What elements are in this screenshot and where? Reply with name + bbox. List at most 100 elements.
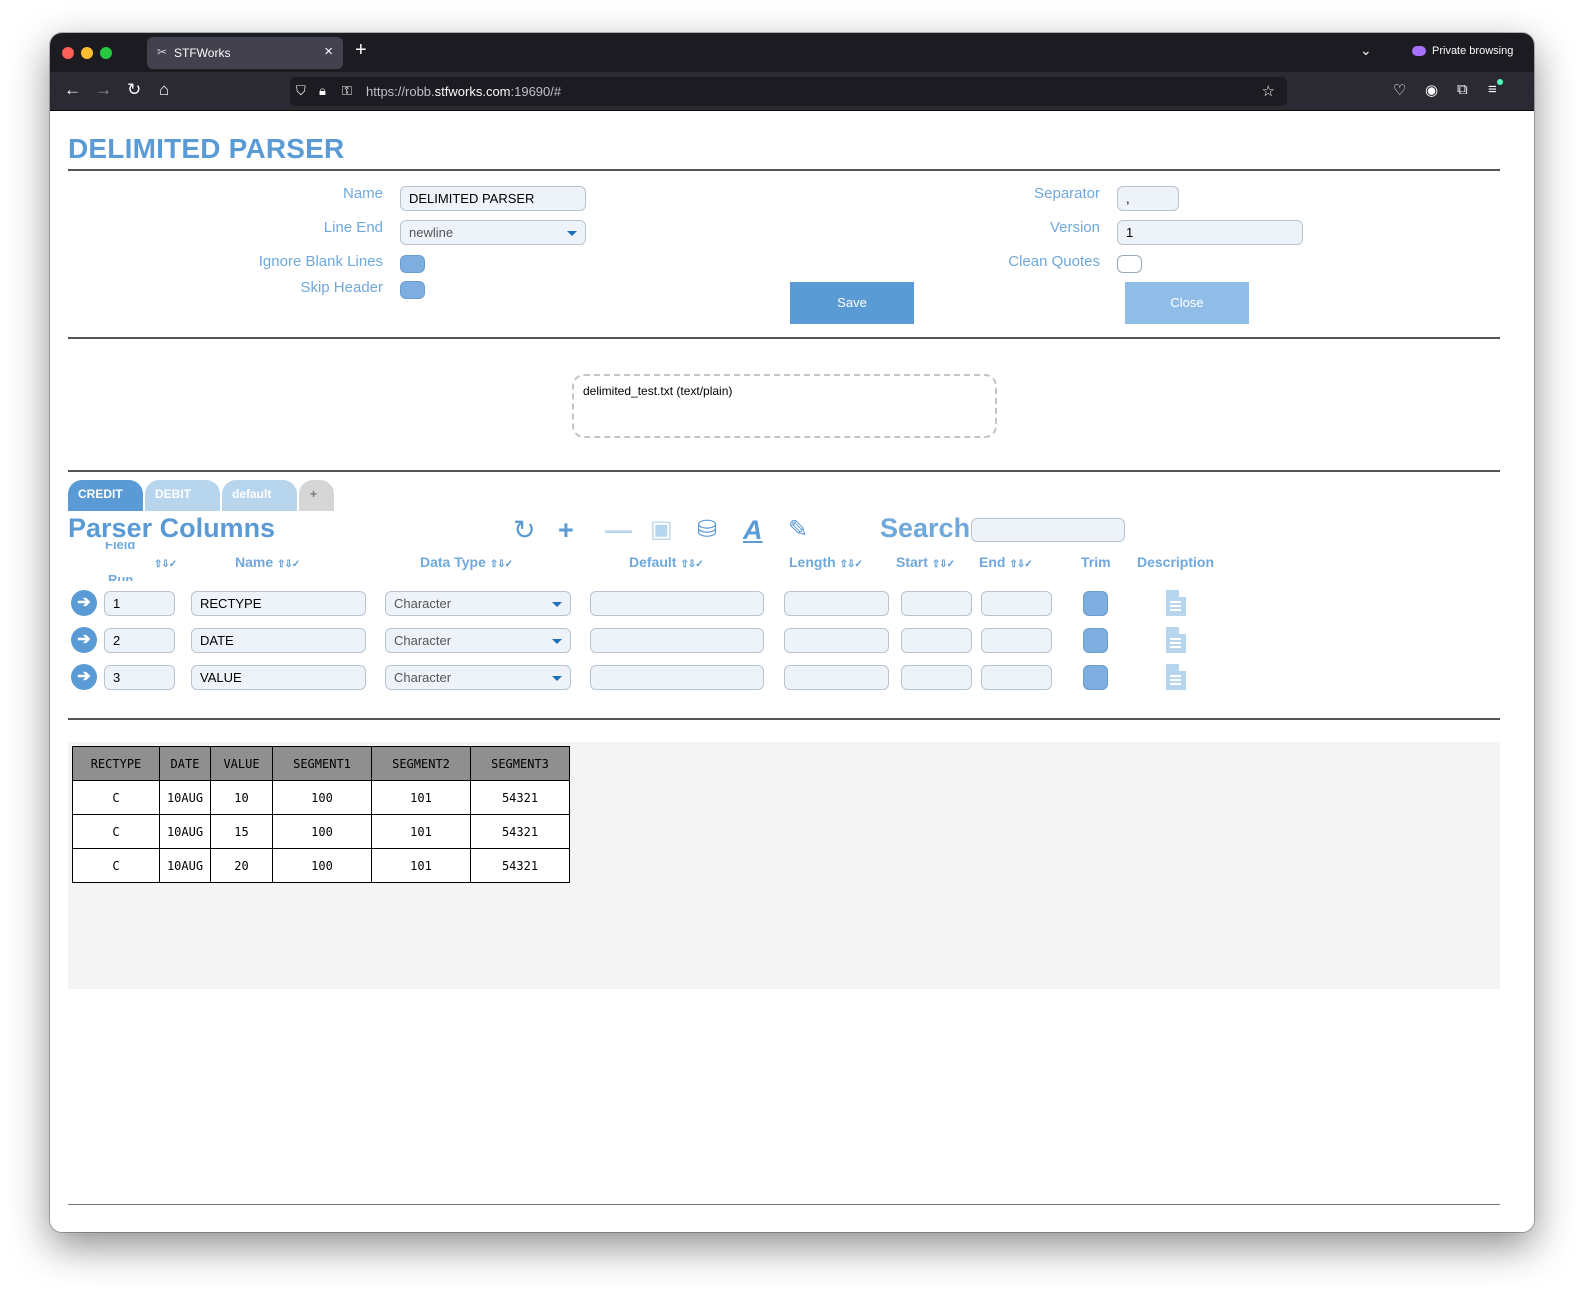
- table-cell: 10AUG: [159, 814, 211, 849]
- key-icon[interactable]: ⚿: [342, 83, 352, 99]
- reload-icon[interactable]: ↻: [127, 80, 141, 100]
- close-button[interactable]: Close: [1125, 282, 1249, 324]
- tab-default[interactable]: default: [222, 480, 297, 511]
- trim-checkbox[interactable]: [1083, 628, 1108, 653]
- data-type-select[interactable]: Character: [385, 628, 571, 653]
- ignore-blank-lines-toggle[interactable]: [400, 255, 425, 273]
- uploaded-file-name: delimited_test.txt (text/plain): [583, 384, 733, 398]
- save-button[interactable]: Save: [790, 282, 914, 324]
- clean-quotes-toggle[interactable]: [1117, 255, 1142, 273]
- description-document-icon[interactable]: [1166, 627, 1186, 653]
- end-input[interactable]: [981, 591, 1052, 616]
- minimize-window-button[interactable]: [81, 47, 93, 59]
- end-input[interactable]: [981, 665, 1052, 690]
- chevron-down-icon: [552, 602, 562, 607]
- length-input[interactable]: [784, 591, 889, 616]
- field-sort-icons[interactable]: ⇧⇩✓: [150, 554, 177, 570]
- sort-icons[interactable]: ⇧⇩✓: [680, 559, 703, 570]
- start-header: Start ⇧⇩✓: [896, 554, 955, 570]
- table-cell: 100: [272, 848, 372, 883]
- file-drop-zone[interactable]: delimited_test.txt (text/plain): [572, 374, 997, 438]
- column-name-input[interactable]: RECTYPE: [191, 591, 366, 616]
- description-document-icon[interactable]: [1166, 590, 1186, 616]
- save-disk-icon[interactable]: ▣: [650, 515, 673, 545]
- skip-header-toggle[interactable]: [400, 281, 425, 299]
- line-end-select[interactable]: newline: [400, 220, 586, 245]
- column-name-input[interactable]: VALUE: [191, 665, 366, 690]
- column-name-input[interactable]: DATE: [191, 628, 366, 653]
- start-input[interactable]: [901, 628, 972, 653]
- home-icon[interactable]: ⌂: [159, 80, 169, 100]
- run-input[interactable]: 1: [104, 591, 175, 616]
- tab-list-chevron-down-icon[interactable]: ⌄: [1360, 42, 1372, 59]
- pocket-icon[interactable]: ♡: [1393, 81, 1406, 99]
- maximize-window-button[interactable]: [100, 47, 112, 59]
- version-input[interactable]: 1: [1117, 220, 1303, 245]
- run-input[interactable]: 3: [104, 665, 175, 690]
- navigation-bar: ← → ↻ ⌂ ⛉ 🔒︎ ⚿ https://robb.stfworks.com…: [50, 72, 1534, 111]
- default-input[interactable]: [590, 591, 764, 616]
- data-type-select[interactable]: Character: [385, 591, 571, 616]
- private-browsing-indicator: Private browsing: [1412, 45, 1513, 57]
- bookmark-star-icon[interactable]: ☆: [1262, 82, 1275, 100]
- tab-close-icon[interactable]: ×: [324, 43, 333, 60]
- length-input[interactable]: [784, 665, 889, 690]
- trim-checkbox[interactable]: [1083, 591, 1108, 616]
- search-input[interactable]: [971, 518, 1125, 542]
- extensions-icon[interactable]: ⧉: [1457, 81, 1468, 98]
- table-cell: 100: [272, 814, 372, 849]
- tab-debit[interactable]: DEBIT: [145, 480, 220, 511]
- separator-input[interactable]: ,: [1117, 186, 1179, 211]
- refresh-icon[interactable]: ↻: [513, 515, 536, 545]
- sort-icons[interactable]: ⇧⇩✓: [277, 559, 300, 570]
- shield-icon[interactable]: ⛉: [296, 83, 306, 99]
- trim-checkbox[interactable]: [1083, 665, 1108, 690]
- table-cell: 101: [371, 780, 471, 815]
- table-cell: 54321: [470, 814, 570, 849]
- search-label: Search: [880, 513, 971, 543]
- back-arrow-icon[interactable]: ←: [64, 80, 81, 100]
- forward-arrow-icon[interactable]: →: [95, 80, 112, 100]
- row-arrow-right-icon[interactable]: ➔: [71, 590, 97, 616]
- name-input[interactable]: DELIMITED PARSER: [400, 186, 586, 211]
- default-input[interactable]: [590, 628, 764, 653]
- url-bar[interactable]: ⛉ 🔒︎ ⚿ https://robb.stfworks.com:19690/#…: [290, 77, 1287, 106]
- add-icon[interactable]: +: [558, 515, 574, 545]
- start-input[interactable]: [901, 665, 972, 690]
- default-input[interactable]: [590, 665, 764, 690]
- start-input[interactable]: [901, 591, 972, 616]
- browser-tab[interactable]: ✂ STFWorks ×: [147, 37, 343, 69]
- sort-icons[interactable]: ⇧⇩✓: [490, 559, 513, 570]
- menu-icon[interactable]: ≡: [1488, 81, 1497, 98]
- row-arrow-right-icon[interactable]: ➔: [71, 627, 97, 653]
- account-icon[interactable]: ◉: [1425, 81, 1438, 99]
- preview-column-header: RECTYPE: [72, 746, 160, 781]
- data-type-select[interactable]: Character: [385, 665, 571, 690]
- sort-icons[interactable]: ⇧⇩✓: [840, 559, 863, 570]
- lock-icon[interactable]: 🔒︎: [319, 83, 326, 99]
- end-input[interactable]: [981, 628, 1052, 653]
- add-tab-button[interactable]: +: [299, 480, 334, 511]
- site-favicon-icon: ✂: [157, 45, 168, 59]
- font-style-icon[interactable]: A: [743, 515, 763, 545]
- preview-table: RECTYPE DATE VALUE SEGMENT1 SEGMENT2 SEG…: [72, 746, 570, 883]
- new-tab-icon[interactable]: +: [355, 39, 367, 62]
- data-type-header: Data Type ⇧⇩✓: [420, 554, 513, 570]
- remove-icon[interactable]: —: [605, 515, 632, 545]
- pencil-icon[interactable]: ✎: [788, 515, 808, 545]
- divider: [68, 718, 1500, 720]
- preview-column-header: DATE: [159, 746, 211, 781]
- length-input[interactable]: [784, 628, 889, 653]
- sort-icons[interactable]: ⇧⇩✓: [1009, 559, 1032, 570]
- divider: [68, 1204, 1500, 1205]
- preview-column-header: SEGMENT1: [272, 746, 372, 781]
- run-input[interactable]: 2: [104, 628, 175, 653]
- row-arrow-right-icon[interactable]: ➔: [71, 664, 97, 690]
- name-header: Name ⇧⇩✓: [235, 554, 300, 570]
- description-document-icon[interactable]: [1166, 664, 1186, 690]
- close-window-button[interactable]: [62, 47, 74, 59]
- tab-credit[interactable]: CREDIT: [68, 480, 143, 511]
- table-cell: 15: [210, 814, 273, 849]
- sort-icons[interactable]: ⇧⇩✓: [932, 559, 955, 570]
- database-icon[interactable]: ⛁: [697, 515, 717, 545]
